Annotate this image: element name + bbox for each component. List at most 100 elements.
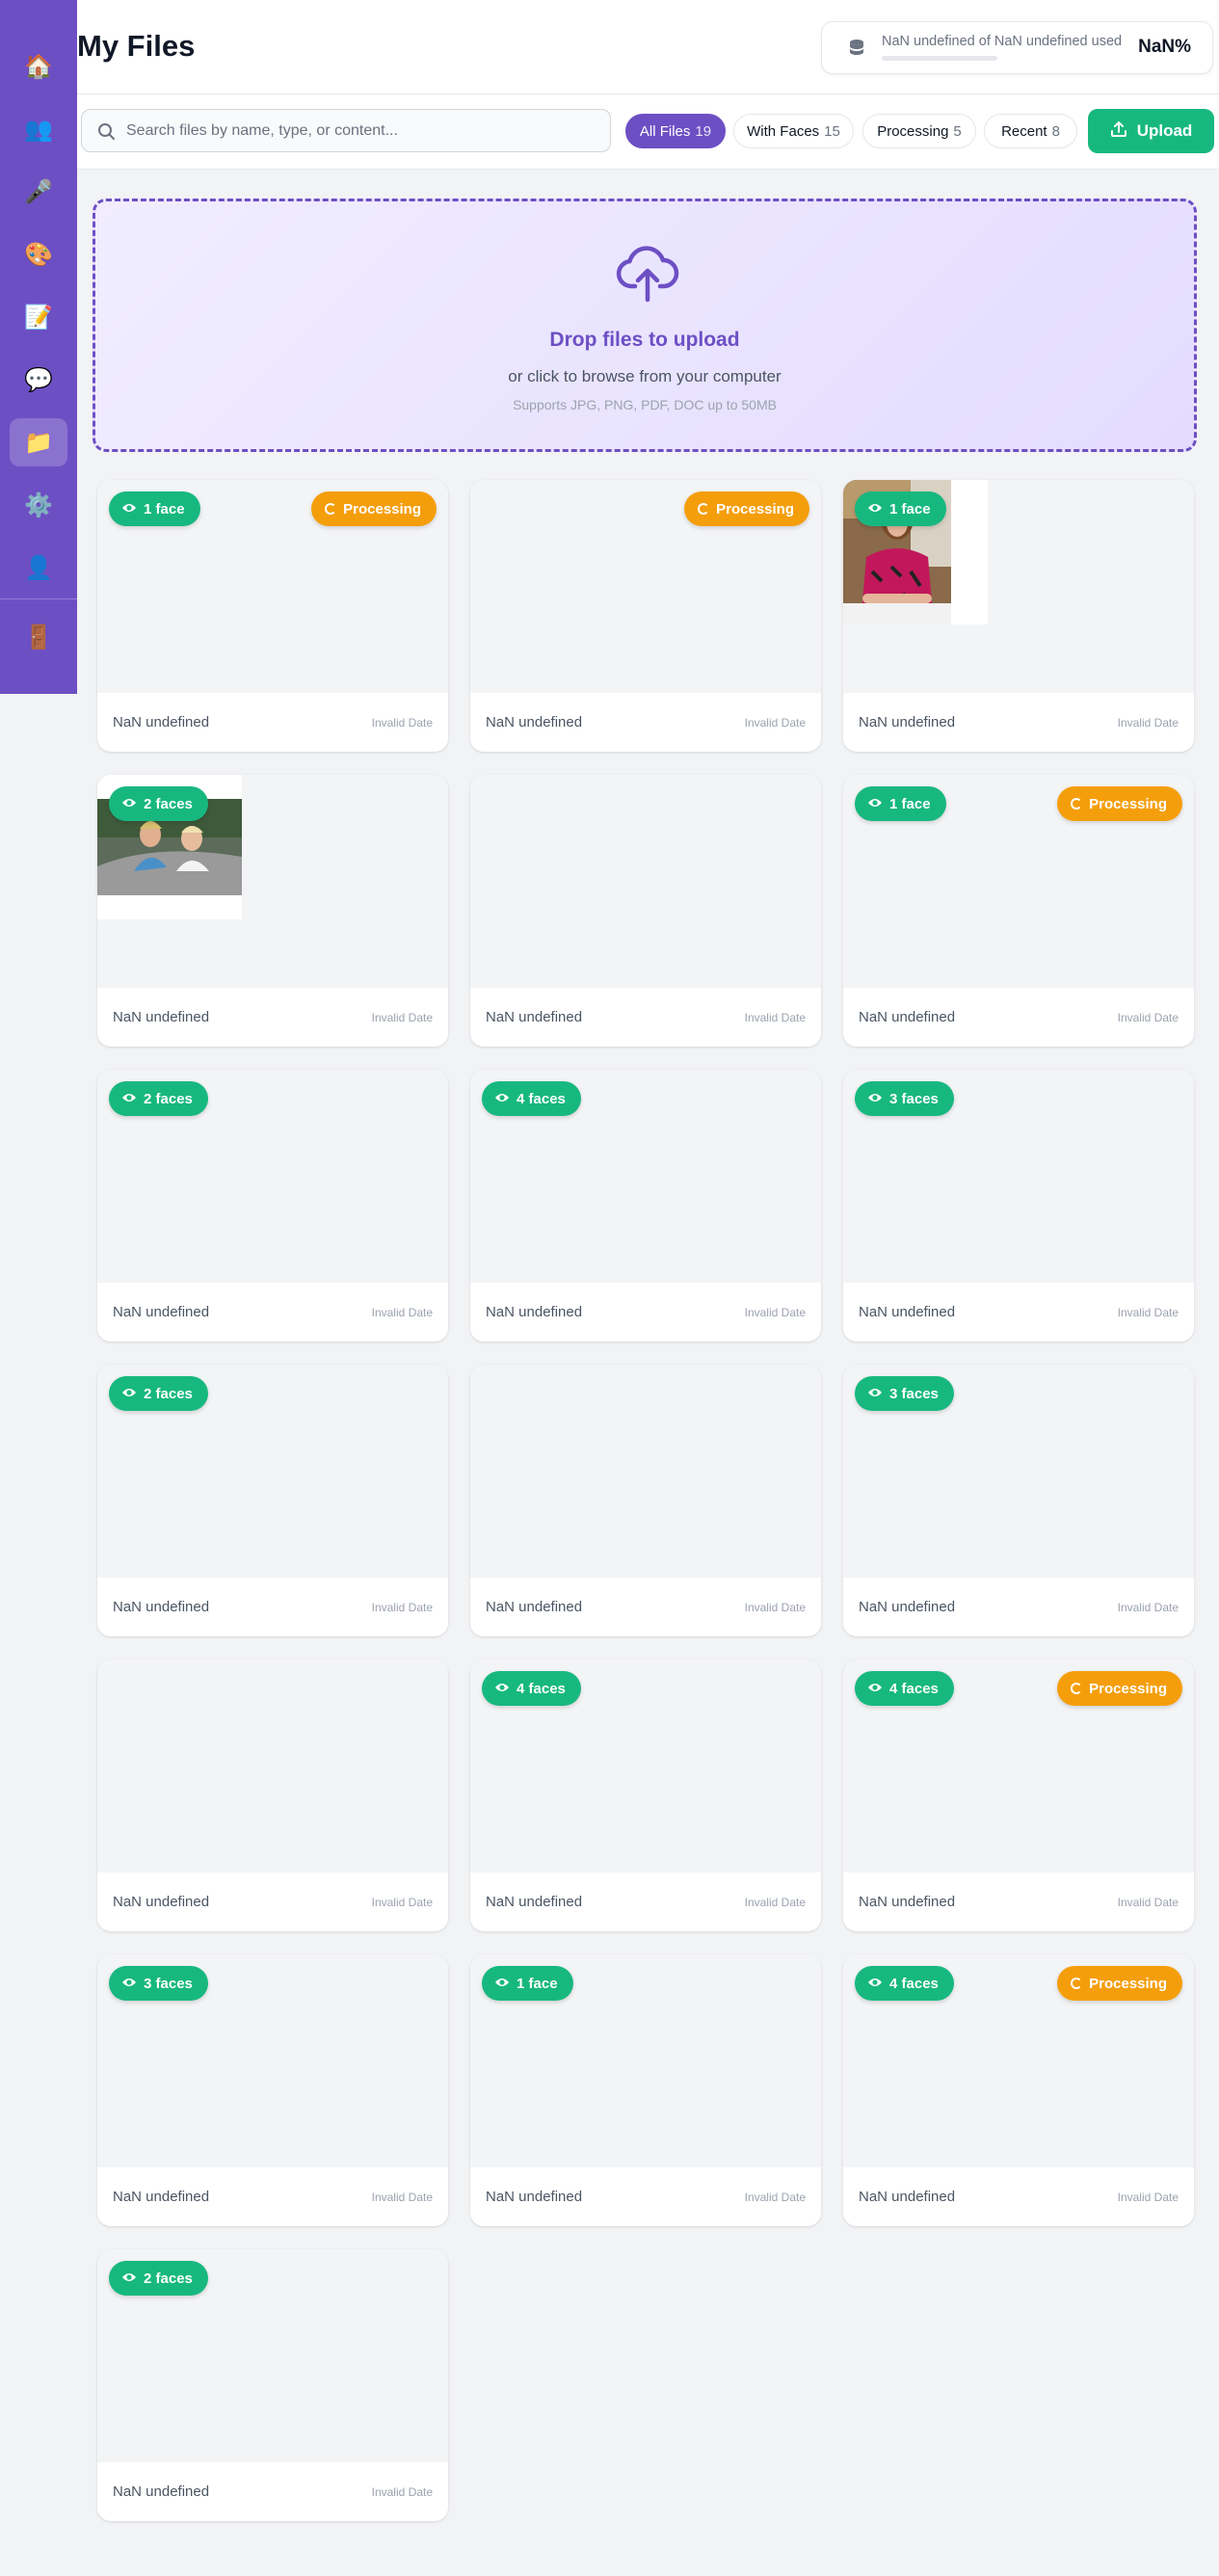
file-size: NaN undefined xyxy=(113,2483,210,2500)
sidebar-item-settings[interactable]: ⚙️ xyxy=(10,481,67,529)
upload-dropzone[interactable]: Drop files to upload or click to browse … xyxy=(93,199,1197,452)
sidebar-item-notes[interactable]: 📝 xyxy=(10,293,67,341)
file-preview: 4 faces xyxy=(470,1070,821,1283)
processing-badge: Processing xyxy=(1057,786,1182,821)
file-info: NaN undefined Invalid Date xyxy=(470,2167,821,2226)
file-size: NaN undefined xyxy=(859,714,956,730)
filter-recent[interactable]: Recent 8 xyxy=(984,114,1077,148)
file-card[interactable]: 4 faces Processing NaN undefined Invalid Da… xyxy=(843,1660,1194,1931)
file-info: NaN undefined Invalid Date xyxy=(97,693,448,752)
face-count: 3 faces xyxy=(889,1090,939,1107)
file-card[interactable]: 3 faces NaN undefined Invalid Date xyxy=(843,1365,1194,1636)
eye-icon xyxy=(867,1091,883,1107)
file-card[interactable]: 3 faces NaN undefined Invalid Date xyxy=(97,1954,448,2226)
file-date: Invalid Date xyxy=(371,1306,433,1319)
filter-label: Processing xyxy=(877,122,949,140)
face-count: 2 faces xyxy=(144,2270,193,2287)
face-count: 3 faces xyxy=(144,1975,193,1992)
eye-icon xyxy=(121,1386,137,1402)
file-card[interactable]: 1 face NaN undefined Invalid Date xyxy=(470,1954,821,2226)
face-count-badge: 4 faces xyxy=(482,1081,581,1116)
file-size: NaN undefined xyxy=(859,2189,956,2205)
file-grid: 1 face Processing NaN undefined Invalid Dat… xyxy=(97,480,1196,2521)
file-card[interactable]: NaN undefined Invalid Date xyxy=(97,1660,448,1931)
file-card[interactable]: 4 faces NaN undefined Invalid Date xyxy=(470,1660,821,1931)
sidebar-item-palette[interactable]: 🎨 xyxy=(10,230,67,279)
file-card[interactable]: 1 face Processing NaN undefined Invalid Dat… xyxy=(843,775,1194,1047)
dropzone-subtitle: or click to browse from your computer xyxy=(508,367,782,385)
palette-icon: 🎨 xyxy=(24,241,53,268)
filter-label: All Files xyxy=(639,122,691,140)
files-icon: 📁 xyxy=(24,429,53,456)
file-card[interactable]: 4 faces NaN undefined Invalid Date xyxy=(470,1070,821,1341)
file-info: NaN undefined Invalid Date xyxy=(843,2167,1194,2226)
file-card[interactable]: 1 face NaN undefined Invalid Date xyxy=(843,480,1194,752)
sidebar-item-chat[interactable]: 💬 xyxy=(10,356,67,404)
file-card[interactable]: 2 faces NaN undefined Invalid Date xyxy=(97,1070,448,1341)
processing-label: Processing xyxy=(1089,795,1167,812)
file-card[interactable]: 1 face Processing NaN undefined Invalid Dat… xyxy=(97,480,448,752)
face-count: 3 faces xyxy=(889,1385,939,1402)
upload-button[interactable]: Upload xyxy=(1088,109,1214,153)
file-card[interactable]: NaN undefined Invalid Date xyxy=(470,775,821,1047)
file-card[interactable]: 2 faces NaN undefined Invalid Date xyxy=(97,775,448,1047)
file-info: NaN undefined Invalid Date xyxy=(843,988,1194,1047)
filter-all-files[interactable]: All Files 19 xyxy=(625,114,726,148)
file-info: NaN undefined Invalid Date xyxy=(470,1578,821,1636)
sidebar-item-files[interactable]: 📁 xyxy=(10,418,67,466)
file-card[interactable]: 2 faces NaN undefined Invalid Date xyxy=(97,2249,448,2521)
dropzone-title: Drop files to upload xyxy=(549,329,740,351)
eye-icon xyxy=(494,1681,510,1697)
file-card[interactable]: 4 faces Processing NaN undefined Invalid Da… xyxy=(843,1954,1194,2226)
file-date: Invalid Date xyxy=(1117,1011,1179,1024)
spinner-icon xyxy=(1071,1978,1083,1989)
search-input[interactable] xyxy=(126,110,598,151)
processing-label: Processing xyxy=(1089,1680,1167,1697)
face-count-badge: 4 faces xyxy=(855,1671,954,1706)
processing-badge: Processing xyxy=(311,491,437,526)
toolbar: All Files 19 With Faces 15 Processing 5 … xyxy=(77,94,1219,170)
file-card[interactable]: Processing NaN undefined Invalid Date xyxy=(470,480,821,752)
file-size: NaN undefined xyxy=(486,1599,583,1615)
file-card[interactable]: 3 faces NaN undefined Invalid Date xyxy=(843,1070,1194,1341)
sidebar-item-microphone[interactable]: 🎤 xyxy=(10,168,67,216)
storage-text: NaN undefined of NaN undefined used xyxy=(882,34,1123,49)
file-preview xyxy=(97,1660,448,1872)
eye-icon xyxy=(121,2271,137,2287)
sidebar: 🏠 👥 🎤 🎨 📝 💬 📁 ⚙️ 👤 🚪 xyxy=(0,0,77,694)
sidebar-item-profile[interactable]: 👤 xyxy=(10,544,67,592)
file-info: NaN undefined Invalid Date xyxy=(97,1283,448,1341)
sidebar-item-logout[interactable]: 🚪 xyxy=(10,613,67,661)
face-count-badge: 1 face xyxy=(109,491,200,526)
sidebar-item-home[interactable]: 🏠 xyxy=(10,42,67,91)
upload-icon xyxy=(1110,120,1127,143)
file-preview: 1 face Processing xyxy=(97,480,448,693)
file-size: NaN undefined xyxy=(859,1599,956,1615)
spinner-icon xyxy=(1071,1683,1083,1694)
file-size: NaN undefined xyxy=(113,1894,210,1910)
profile-icon: 👤 xyxy=(24,554,53,581)
file-date: Invalid Date xyxy=(371,2191,433,2204)
file-info: NaN undefined Invalid Date xyxy=(843,1578,1194,1636)
file-card[interactable]: NaN undefined Invalid Date xyxy=(470,1365,821,1636)
file-size: NaN undefined xyxy=(486,1009,583,1025)
face-count: 1 face xyxy=(517,1975,558,1992)
file-info: NaN undefined Invalid Date xyxy=(470,1283,821,1341)
face-count: 1 face xyxy=(889,795,931,812)
processing-badge: Processing xyxy=(1057,1671,1182,1706)
sidebar-item-people[interactable]: 👥 xyxy=(10,105,67,153)
face-count: 2 faces xyxy=(144,1385,193,1402)
file-date: Invalid Date xyxy=(371,716,433,730)
file-size: NaN undefined xyxy=(486,1894,583,1910)
filter-with-faces[interactable]: With Faces 15 xyxy=(733,114,854,148)
face-count-badge: 1 face xyxy=(855,491,946,526)
eye-icon xyxy=(121,501,137,518)
file-card[interactable]: 2 faces NaN undefined Invalid Date xyxy=(97,1365,448,1636)
file-size: NaN undefined xyxy=(113,1304,210,1320)
file-date: Invalid Date xyxy=(1117,1306,1179,1319)
microphone-icon: 🎤 xyxy=(24,178,53,205)
filter-processing[interactable]: Processing 5 xyxy=(862,114,976,148)
search-icon xyxy=(97,122,116,141)
eye-icon xyxy=(867,1681,883,1697)
file-date: Invalid Date xyxy=(371,1011,433,1024)
